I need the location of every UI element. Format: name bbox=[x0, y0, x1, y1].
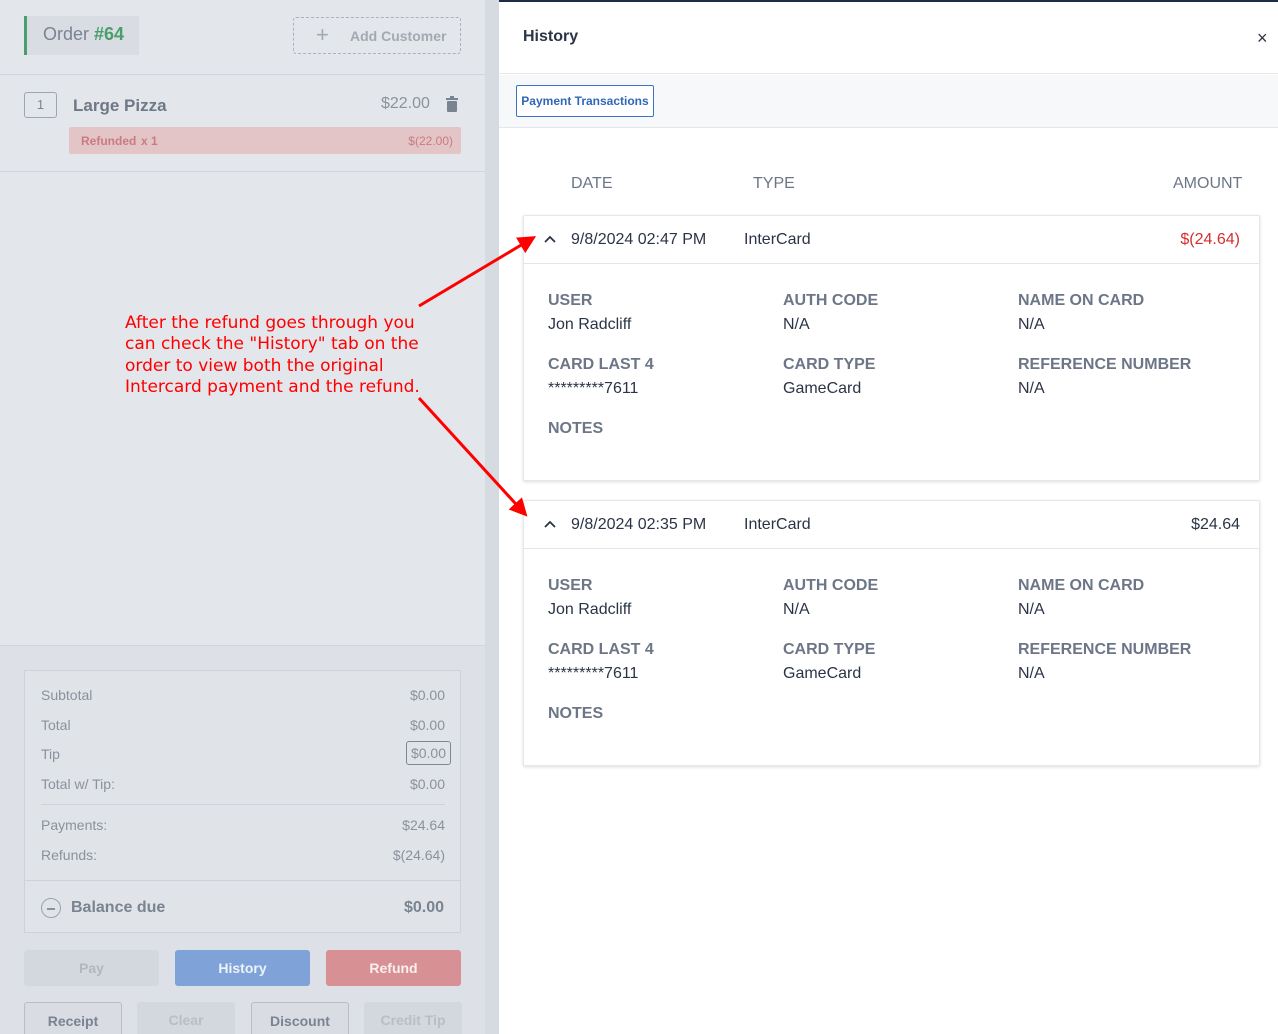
user-value: Jon Radcliff bbox=[548, 601, 632, 618]
total-with-tip-row: Total w/ Tip: $0.00 bbox=[41, 776, 445, 792]
item-price: $22.00 bbox=[381, 95, 430, 112]
transaction-date: 9/8/2024 02:47 PM bbox=[571, 231, 707, 248]
card-type-label: CARD TYPE bbox=[783, 641, 876, 658]
divider bbox=[25, 880, 460, 881]
column-header-amount: AMOUNT bbox=[1173, 175, 1243, 192]
order-main: Order #64 + Add Customer 1 Large Pizza $… bbox=[0, 0, 485, 1034]
history-drawer: History × Payment Transactions DATE TYPE… bbox=[499, 0, 1278, 1034]
order-panel: Order #64 + Add Customer 1 Large Pizza $… bbox=[0, 0, 499, 1034]
order-item-row[interactable]: 1 Large Pizza $22.00 Refunded x 1 $(22.0… bbox=[0, 76, 485, 172]
history-button[interactable]: History bbox=[175, 950, 310, 986]
chevron-up-icon[interactable] bbox=[544, 518, 556, 530]
trash-icon[interactable] bbox=[446, 96, 458, 112]
tip-label: Tip bbox=[41, 746, 60, 762]
annotation-text: After the refund goes through you can ch… bbox=[125, 313, 420, 397]
name-on-card-label: NAME ON CARD bbox=[1018, 292, 1145, 309]
transaction-type: InterCard bbox=[744, 516, 811, 533]
name-on-card-label: NAME ON CARD bbox=[1018, 577, 1145, 594]
total-label: Total bbox=[41, 717, 71, 733]
totals-box: Subtotal $0.00 Total $0.00 Tip $0.00 Tot… bbox=[24, 670, 461, 933]
order-footer: Subtotal $0.00 Total $0.00 Tip $0.00 Tot… bbox=[0, 645, 485, 1034]
chevron-up-icon[interactable] bbox=[544, 233, 556, 245]
refunded-qty: x 1 bbox=[141, 134, 158, 148]
total-row: Total $0.00 bbox=[41, 717, 445, 733]
total-value: $0.00 bbox=[409, 717, 445, 733]
transaction-type: InterCard bbox=[744, 231, 811, 248]
reference-number-label: REFERENCE NUMBER bbox=[1018, 356, 1192, 373]
transaction-card: 9/8/2024 02:47 PM InterCard $(24.64) USE… bbox=[523, 215, 1260, 481]
transaction-header[interactable]: 9/8/2024 02:47 PM InterCard $(24.64) bbox=[524, 216, 1259, 264]
card-type-value: GameCard bbox=[783, 665, 862, 682]
clear-button[interactable]: Clear bbox=[137, 1002, 235, 1034]
card-last4-label: CARD LAST 4 bbox=[548, 641, 654, 658]
total-tip-value: $0.00 bbox=[409, 776, 445, 792]
discount-button[interactable]: Discount bbox=[251, 1002, 349, 1034]
balance-due-label: Balance due bbox=[71, 899, 166, 916]
refunds-value: $(24.64) bbox=[392, 847, 445, 863]
notes-label: NOTES bbox=[548, 420, 604, 437]
user-label: USER bbox=[548, 292, 593, 309]
tip-row: Tip $0.00 bbox=[41, 741, 451, 765]
item-qty[interactable]: 1 bbox=[24, 92, 57, 118]
user-label: USER bbox=[548, 577, 593, 594]
divider bbox=[41, 804, 445, 805]
card-last4-value: *********7611 bbox=[548, 665, 639, 682]
auth-code-value: N/A bbox=[783, 316, 810, 333]
reference-number-value: N/A bbox=[1018, 380, 1045, 397]
column-header-date: DATE bbox=[571, 175, 613, 192]
auth-code-label: AUTH CODE bbox=[783, 292, 879, 309]
refund-button[interactable]: Refund bbox=[326, 950, 461, 986]
card-type-value: GameCard bbox=[783, 380, 862, 397]
subtotal-value: $0.00 bbox=[409, 687, 445, 703]
order-tab[interactable]: Order #64 bbox=[24, 16, 139, 55]
item-name: Large Pizza bbox=[73, 96, 167, 115]
plus-icon: + bbox=[316, 22, 329, 47]
transaction-amount: $24.64 bbox=[1191, 516, 1240, 533]
transaction-date: 9/8/2024 02:35 PM bbox=[571, 516, 707, 533]
close-icon[interactable]: × bbox=[1257, 28, 1268, 49]
refunded-line: Refunded x 1 $(22.00) bbox=[69, 127, 461, 154]
subtotal-label: Subtotal bbox=[41, 687, 93, 703]
reference-number-value: N/A bbox=[1018, 665, 1045, 682]
transaction-card: 9/8/2024 02:35 PM InterCard $24.64 USER … bbox=[523, 500, 1260, 766]
order-label: Order bbox=[43, 24, 90, 44]
reference-number-label: REFERENCE NUMBER bbox=[1018, 641, 1192, 658]
payments-row: Payments: $24.64 bbox=[41, 817, 445, 833]
auth-code-value: N/A bbox=[783, 601, 810, 618]
tab-payment-transactions[interactable]: Payment Transactions bbox=[516, 85, 654, 117]
credit-tip-button[interactable]: Credit Tip bbox=[364, 1002, 462, 1034]
auth-code-label: AUTH CODE bbox=[783, 577, 879, 594]
add-customer-button[interactable]: + Add Customer bbox=[293, 17, 461, 54]
drawer-header: History × bbox=[499, 2, 1278, 74]
subtotal-row: Subtotal $0.00 bbox=[41, 687, 445, 703]
column-header-type: TYPE bbox=[753, 175, 795, 192]
refunded-amount: $(22.00) bbox=[408, 134, 453, 148]
user-value: Jon Radcliff bbox=[548, 316, 632, 333]
receipt-button[interactable]: Receipt bbox=[24, 1002, 122, 1034]
payments-value: $24.64 bbox=[402, 817, 445, 833]
name-on-card-value: N/A bbox=[1018, 601, 1045, 618]
balance-due-value: $0.00 bbox=[403, 899, 444, 916]
refunds-row: Refunds: $(24.64) bbox=[41, 847, 445, 863]
tip-input[interactable]: $0.00 bbox=[405, 741, 451, 765]
add-customer-label: Add Customer bbox=[350, 28, 447, 44]
pay-button[interactable]: Pay bbox=[24, 950, 159, 986]
transaction-amount: $(24.64) bbox=[1180, 231, 1240, 248]
scrollbar[interactable] bbox=[485, 0, 499, 1034]
order-header: Order #64 + Add Customer bbox=[0, 0, 485, 75]
name-on-card-value: N/A bbox=[1018, 316, 1045, 333]
transaction-header[interactable]: 9/8/2024 02:35 PM InterCard $24.64 bbox=[524, 501, 1259, 549]
minus-circle-icon[interactable] bbox=[41, 898, 61, 918]
drawer-tabs: Payment Transactions bbox=[499, 75, 1278, 128]
card-last4-value: *********7611 bbox=[548, 380, 639, 397]
order-number: #64 bbox=[94, 24, 125, 44]
payments-label: Payments: bbox=[41, 817, 108, 833]
refunds-label: Refunds: bbox=[41, 847, 98, 863]
total-tip-label: Total w/ Tip: bbox=[41, 776, 115, 792]
refunded-label: Refunded bbox=[81, 134, 137, 148]
card-type-label: CARD TYPE bbox=[783, 356, 876, 373]
notes-label: NOTES bbox=[548, 705, 604, 722]
drawer-title: History bbox=[523, 28, 579, 45]
card-last4-label: CARD LAST 4 bbox=[548, 356, 654, 373]
